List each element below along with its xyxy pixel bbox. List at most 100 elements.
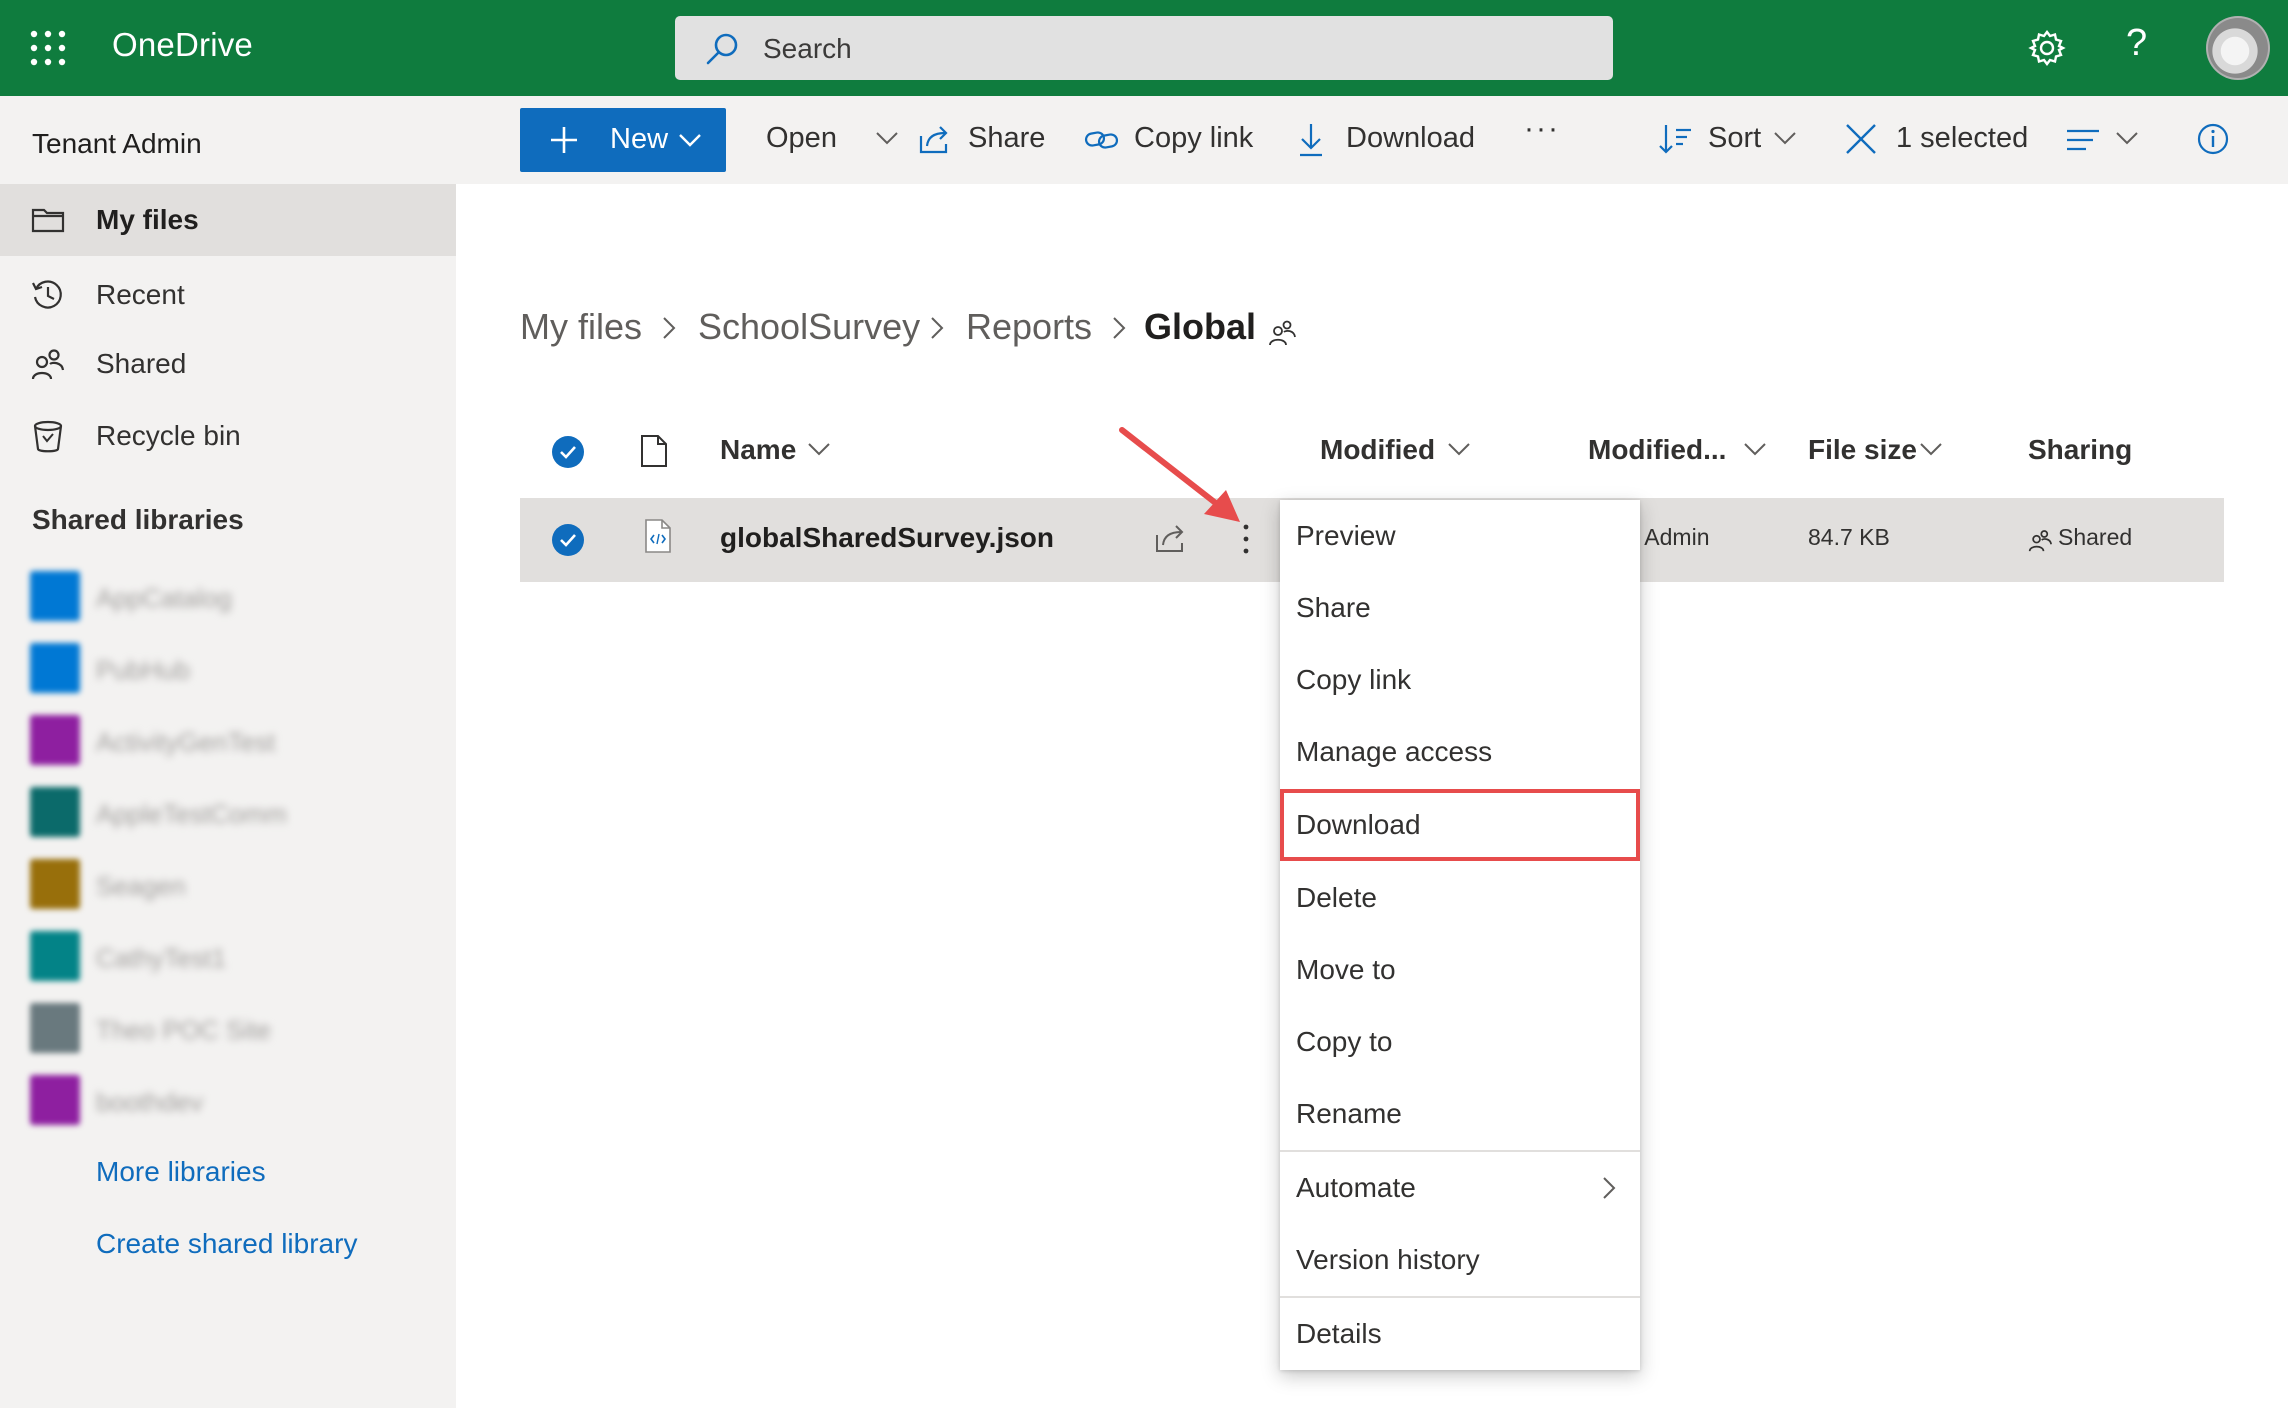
folder-icon	[31, 208, 65, 233]
code-file-icon	[645, 519, 671, 553]
library-item[interactable]: Seagen	[30, 859, 450, 909]
menu-item-preview[interactable]: Preview	[1280, 500, 1640, 572]
sort-button[interactable]: Sort	[1658, 120, 1798, 160]
chevron-down-icon	[808, 443, 830, 456]
menu-item-copy-to[interactable]: Copy to	[1280, 1006, 1640, 1078]
library-name: PubHub	[96, 655, 190, 685]
library-item[interactable]: CathyTest1	[30, 931, 450, 981]
library-color-icon	[30, 1075, 80, 1125]
library-item[interactable]: PubHub	[30, 643, 450, 693]
settings-gear-icon[interactable]	[2027, 28, 2067, 68]
sharing-cell[interactable]: Shared	[2058, 524, 2132, 551]
library-name: Theo POC Site	[96, 1015, 271, 1045]
menu-item-copy-link[interactable]: Copy link	[1280, 644, 1640, 716]
library-item[interactable]: ActivityGenTest	[30, 715, 450, 765]
suite-bar: OneDrive Search ?	[0, 0, 2288, 96]
avatar[interactable]	[2206, 16, 2270, 80]
menu-item-move-to[interactable]: Move to	[1280, 934, 1640, 1006]
copy-link-label: Copy link	[1134, 122, 1254, 154]
more-libraries-link[interactable]: More libraries	[96, 1156, 266, 1188]
menu-item-delete[interactable]: Delete	[1280, 862, 1640, 934]
share-button[interactable]: Share	[918, 120, 1058, 160]
list-view-icon	[2067, 129, 2099, 151]
view-options-button[interactable]	[2066, 120, 2146, 160]
menu-item-version-history[interactable]: Version history	[1280, 1224, 1640, 1296]
file-name[interactable]: globalSharedSurvey.json	[720, 522, 1054, 554]
nav-item-label: Shared	[96, 348, 187, 379]
menu-item-manage-access[interactable]: Manage access	[1280, 716, 1640, 788]
breadcrumb-global: Global	[1144, 306, 1257, 347]
checkmark-icon	[560, 534, 576, 547]
chevron-down-icon	[2116, 132, 2138, 145]
more-commands-button[interactable]: ···	[1524, 110, 1574, 150]
select-all-checkbox[interactable]	[552, 436, 584, 468]
nav-item-my-files[interactable]: My files	[0, 184, 456, 256]
menu-item-details[interactable]: Details	[1280, 1298, 1640, 1370]
library-name: AppleTestComm	[96, 799, 287, 829]
chevron-right-icon	[663, 317, 676, 339]
nav-item-recent[interactable]: Recent	[0, 259, 456, 331]
app-title[interactable]: OneDrive	[112, 26, 253, 64]
library-name: ActivityGenTest	[96, 727, 276, 757]
column-header-modified-by[interactable]: Modified...	[1588, 434, 1726, 466]
command-bar: New Open Share Copy link Download ··· So…	[456, 96, 2288, 184]
close-icon	[1846, 124, 1876, 154]
people-icon	[31, 349, 65, 380]
chevron-down-icon	[1744, 443, 1766, 456]
menu-item-label: Preview	[1296, 520, 1396, 551]
breadcrumb-my-files[interactable]: My files	[520, 306, 642, 348]
new-button[interactable]: New	[520, 108, 726, 172]
selected-count: 1 selected	[1896, 122, 2029, 154]
search-input[interactable]: Search	[675, 16, 1613, 80]
library-color-icon	[30, 859, 80, 909]
open-button[interactable]: Open	[766, 120, 898, 160]
download-icon	[1300, 124, 1322, 157]
chevron-down-icon	[679, 134, 701, 147]
shared-people-icon	[1269, 320, 1296, 346]
shared-people-icon	[2028, 530, 2052, 552]
row-checkbox[interactable]	[552, 524, 584, 556]
library-item[interactable]: Theo POC Site	[30, 1003, 450, 1053]
library-item[interactable]: AppleTestComm	[30, 787, 450, 837]
annotation-arrow-icon	[1119, 427, 1240, 522]
info-button[interactable]	[2196, 120, 2236, 160]
column-header-file-size[interactable]: File size	[1808, 434, 1917, 466]
share-label: Share	[968, 122, 1046, 154]
menu-item-download[interactable]: Download	[1280, 789, 1640, 861]
library-color-icon	[30, 787, 80, 837]
app-launcher-icon[interactable]	[28, 28, 68, 68]
menu-item-rename[interactable]: Rename	[1280, 1078, 1640, 1150]
menu-item-automate[interactable]: Automate	[1280, 1152, 1640, 1224]
trash-icon	[33, 420, 63, 453]
copy-link-button[interactable]: Copy link	[1084, 120, 1264, 160]
share-icon	[919, 126, 948, 154]
clear-selection-button[interactable]: 1 selected	[1844, 120, 2044, 160]
context-menu: Preview Share Copy link Manage access Do…	[1280, 500, 1640, 1370]
clock-icon	[32, 280, 62, 309]
nav-item-label: Recent	[96, 279, 185, 310]
nav-item-shared[interactable]: Shared	[0, 328, 456, 400]
create-shared-library-link[interactable]: Create shared library	[96, 1228, 357, 1260]
menu-item-label: Automate	[1296, 1172, 1416, 1203]
column-header-modified[interactable]: Modified	[1320, 434, 1435, 466]
breadcrumb-reports[interactable]: Reports	[966, 306, 1092, 348]
library-name: AppCatalog	[96, 583, 232, 613]
breadcrumb-schoolsurvey[interactable]: SchoolSurvey	[698, 306, 920, 348]
menu-item-share[interactable]: Share	[1280, 572, 1640, 644]
library-name: CathyTest1	[96, 943, 227, 973]
library-item[interactable]: AppCatalog	[30, 571, 450, 621]
library-color-icon	[30, 1003, 80, 1053]
help-icon[interactable]: ?	[2126, 22, 2147, 65]
nav-item-recycle-bin[interactable]: Recycle bin	[0, 400, 456, 472]
library-name: boothdev	[96, 1087, 203, 1117]
shared-libraries-heading: Shared libraries	[32, 504, 244, 535]
download-button[interactable]: Download	[1296, 120, 1486, 160]
library-item[interactable]: boothdev	[30, 1075, 450, 1125]
checkmark-icon	[560, 446, 576, 459]
library-color-icon	[30, 643, 80, 693]
search-placeholder: Search	[763, 33, 852, 64]
chevron-down-icon	[1448, 443, 1470, 456]
library-color-icon	[30, 931, 80, 981]
column-header-name[interactable]: Name	[720, 434, 796, 466]
menu-item-label: Share	[1296, 592, 1371, 623]
